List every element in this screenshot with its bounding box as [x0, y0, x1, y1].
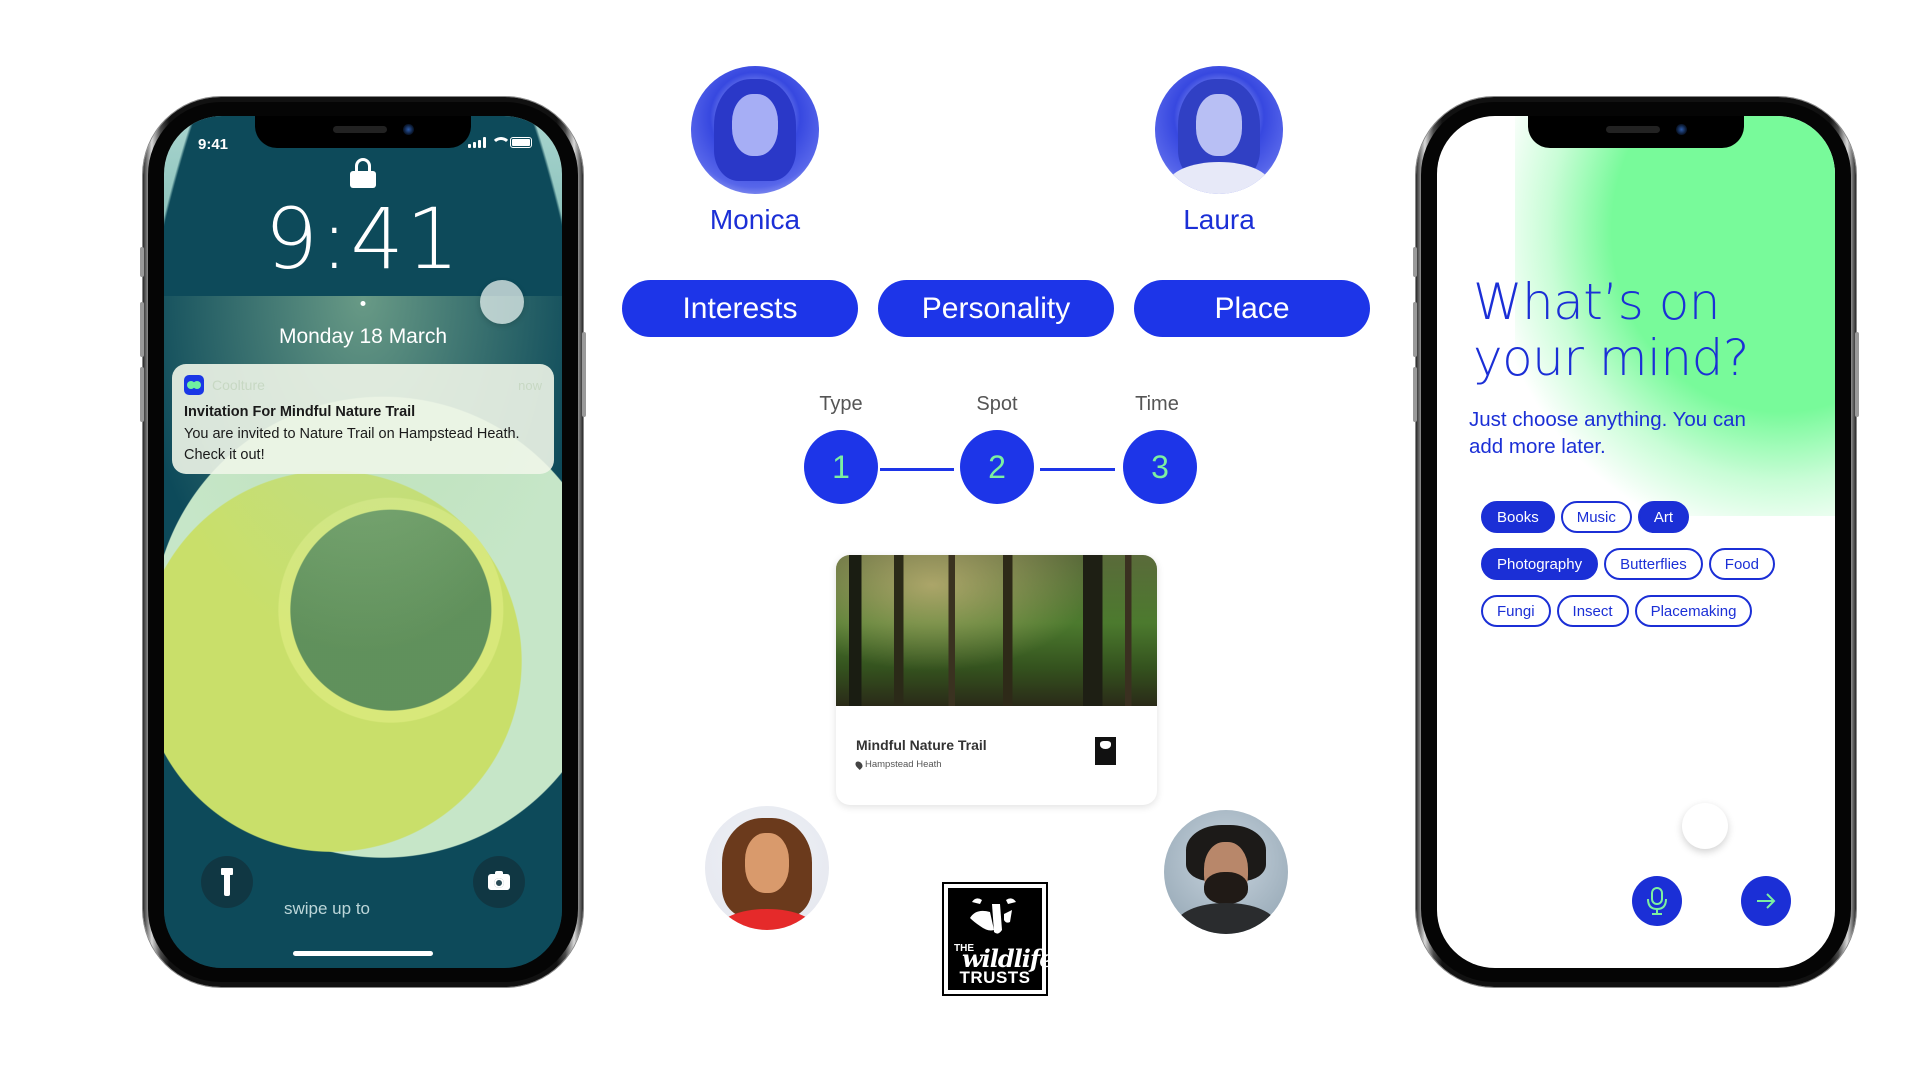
step-label-spot: Spot [976, 393, 1018, 415]
screen-title-line1: What’s on [1473, 273, 1720, 331]
step-2[interactable]: 2 [960, 430, 1034, 504]
home-indicator[interactable] [293, 951, 433, 956]
lock-screen-phone: 9:41 9:41 Monday 18 March Coolture now I… [140, 97, 586, 987]
notch [255, 116, 471, 148]
avatar-user-woman[interactable] [705, 806, 829, 930]
wildlife-trusts-logo: THE wildlife TRUSTS [942, 882, 1055, 996]
screen-title: What’s on your mind? [1473, 274, 1749, 386]
volume-down-button [140, 367, 144, 422]
speaker [1606, 126, 1660, 133]
event-image [836, 555, 1157, 706]
notification-title: Invitation For Mindful Nature Trail [184, 404, 416, 420]
london-wildlife-trust-logo [1095, 737, 1116, 765]
page-indicator-dot [360, 301, 366, 306]
event-title: Mindful Nature Trail [856, 737, 987, 753]
mute-switch [140, 247, 144, 277]
step-1[interactable]: 1 [804, 430, 878, 504]
volume-up-button [140, 302, 144, 357]
step-label-time: Time [1135, 393, 1179, 415]
avatar-face [1195, 94, 1243, 156]
microphone-icon [1647, 887, 1667, 915]
next-button[interactable] [1741, 876, 1791, 926]
interest-chip-photography[interactable]: Photography [1481, 548, 1599, 580]
lock-clock: 9:41 [264, 190, 462, 288]
status-bar-time: 9:41 [198, 136, 229, 153]
status-bar-icons [468, 137, 532, 148]
step-3[interactable]: 3 [1123, 430, 1197, 504]
notch [1528, 116, 1744, 148]
event-location: Hampstead Heath [854, 759, 942, 770]
lock-date: Monday 18 March [278, 325, 448, 348]
logo-trusts: TRUSTS [959, 968, 1031, 987]
volume-down-button [1413, 367, 1417, 422]
chip-row: Fungi Insect Placemaking [1481, 595, 1821, 627]
interest-chips: Books Music Art Photography Butterflies Food F… [1481, 501, 1821, 642]
person-name-laura: Laura [1183, 204, 1255, 235]
notification-card[interactable]: Coolture now Invitation For Mindful Natu… [172, 364, 554, 474]
event-location-text: Hampstead Heath [865, 759, 942, 770]
volume-up-button [1413, 302, 1417, 357]
front-camera [403, 124, 414, 135]
event-card[interactable]: Mindful Nature Trail Hampstead Heath [836, 555, 1157, 805]
assistive-touch-button[interactable] [480, 280, 524, 324]
avatar-face [744, 833, 790, 893]
interest-chip-insect[interactable]: Insect [1556, 595, 1629, 627]
notification-app-name: Coolture [212, 377, 265, 393]
avatar-monica[interactable] [691, 66, 819, 194]
screen-subtitle: Just choose anything. You can add more l… [1469, 408, 1746, 458]
step-connector [1040, 468, 1115, 471]
mute-switch [1413, 247, 1417, 277]
interest-chip-placemaking[interactable]: Placemaking [1634, 595, 1753, 627]
speaker [333, 126, 387, 133]
tab-place[interactable]: Place [1134, 280, 1370, 337]
wallpaper-glow [164, 296, 562, 656]
front-camera [1676, 124, 1687, 135]
step-label-type: Type [819, 393, 863, 415]
interest-chip-music[interactable]: Music [1560, 501, 1632, 533]
flashlight-button[interactable] [201, 856, 253, 908]
chip-row: Books Music Art [1481, 501, 1821, 533]
interests-phone: What’s on your mind? Just choose anythin… [1413, 97, 1859, 987]
screen-title-line2: your mind? [1473, 329, 1749, 387]
notification-body: You are invited to Nature Trail on Hamps… [184, 426, 520, 463]
step-connector [880, 468, 954, 471]
microphone-button[interactable] [1632, 876, 1682, 926]
power-button [582, 332, 586, 417]
lock-icon [350, 158, 376, 188]
power-button [1855, 332, 1859, 417]
tab-personality[interactable]: Personality [878, 280, 1114, 337]
tab-interests[interactable]: Interests [622, 280, 858, 337]
signal-icon [468, 137, 486, 148]
person-name-monica: Monica [709, 204, 801, 235]
chip-row: Photography Butterflies Food [1481, 548, 1821, 580]
interest-chip-books[interactable]: Books [1481, 501, 1555, 533]
avatar-beard [1203, 872, 1249, 905]
lock-screen: 9:41 9:41 Monday 18 March Coolture now I… [164, 116, 562, 968]
swipe-hint: swipe up to [284, 899, 370, 918]
floating-handle[interactable] [1682, 803, 1728, 849]
camera-icon [488, 871, 510, 890]
interest-chip-butterflies[interactable]: Butterflies [1604, 548, 1703, 580]
flashlight-icon [221, 868, 233, 896]
coolture-app-icon [184, 375, 204, 395]
battery-icon [510, 137, 532, 148]
interest-chip-art[interactable]: Art [1637, 501, 1690, 533]
notification-time: now [518, 377, 542, 393]
interest-chip-food[interactable]: Food [1708, 548, 1775, 580]
interest-chip-fungi[interactable]: Fungi [1481, 595, 1551, 627]
camera-button[interactable] [473, 856, 525, 908]
avatar-user-man[interactable] [1164, 810, 1288, 934]
arrow-right-icon [1757, 893, 1776, 909]
interests-screen: What’s on your mind? Just choose anythin… [1437, 116, 1835, 968]
wifi-icon [491, 137, 511, 148]
avatar-laura[interactable] [1155, 66, 1283, 194]
avatar-face [731, 94, 779, 156]
avatar-shoulder [1176, 903, 1276, 934]
location-pin-icon [854, 759, 864, 770]
badger-icon [970, 898, 1016, 934]
